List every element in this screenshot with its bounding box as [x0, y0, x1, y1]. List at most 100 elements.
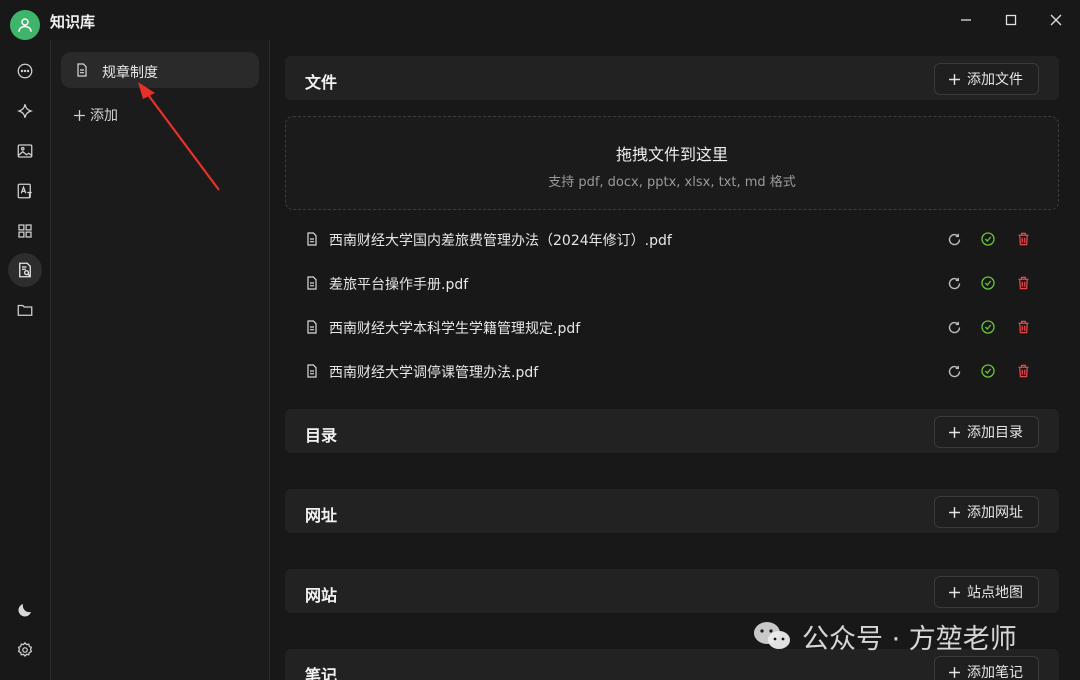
sparkle-icon	[16, 104, 34, 118]
rail-files-button[interactable]	[8, 293, 42, 327]
trash-icon	[1018, 276, 1028, 290]
delete-file-button[interactable]	[1014, 362, 1032, 380]
close-icon	[1050, 14, 1062, 26]
user-avatar[interactable]	[10, 10, 40, 40]
refresh-icon	[948, 233, 960, 245]
add-directory-button[interactable]: 添加目录	[934, 416, 1039, 448]
file-name: 西南财经大学调停课管理办法.pdf	[329, 365, 539, 381]
check-circle-icon	[981, 364, 995, 378]
file-row: 西南财经大学调停课管理办法.pdf	[285, 349, 1059, 393]
website-section-title: 网站	[305, 586, 338, 605]
file-dropzone[interactable]: 拖拽文件到这里 支持 pdf, docx, pptx, xlsx, txt, m…	[285, 116, 1059, 210]
file-name: 差旅平台操作手册.pdf	[329, 277, 469, 293]
folder-icon	[17, 304, 33, 316]
file-icon	[307, 232, 317, 246]
sitemap-button[interactable]: 站点地图	[934, 576, 1039, 608]
rail-assistant-button[interactable]	[8, 94, 42, 128]
file-row: 西南财经大学国内差旅费管理办法（2024年修订）.pdf	[285, 217, 1059, 261]
plus-icon	[949, 666, 960, 678]
add-note-label: 添加笔记	[967, 665, 1023, 680]
kb-item-label: 规章制度	[102, 65, 158, 81]
file-icon	[307, 320, 317, 334]
add-kb-label: 添加	[90, 108, 118, 124]
file-name: 西南财经大学国内差旅费管理办法（2024年修订）.pdf	[329, 233, 672, 249]
dropzone-subtitle: 支持 pdf, docx, pptx, xlsx, txt, md 格式	[548, 175, 796, 190]
maximize-icon	[1005, 14, 1017, 26]
directory-section-header: 目录 添加目录	[285, 409, 1059, 453]
website-section-header: 网站 站点地图	[285, 569, 1059, 613]
trash-icon	[1018, 364, 1028, 378]
rail-chat-button[interactable]	[8, 54, 42, 88]
dropzone-title: 拖拽文件到这里	[615, 145, 728, 164]
main-content: 文件 添加文件 拖拽文件到这里 支持 pdf, docx, pptx, xlsx…	[270, 40, 1080, 680]
delete-file-button[interactable]	[1014, 230, 1032, 248]
directory-section-title: 目录	[305, 426, 338, 445]
refresh-icon	[948, 277, 960, 289]
file-row: 西南财经大学本科学生学籍管理规定.pdf	[285, 305, 1059, 349]
file-icon	[307, 364, 317, 378]
image-icon	[17, 144, 33, 158]
file-status-ok	[979, 362, 997, 380]
wechat-icon	[754, 622, 790, 649]
rail-knowledge-button[interactable]	[8, 253, 42, 287]
document-icon	[77, 63, 87, 77]
icon-rail	[0, 40, 51, 680]
rail-translate-button[interactable]	[8, 174, 42, 208]
check-circle-icon	[981, 320, 995, 334]
watermark: 公众号 · 方堃老师	[752, 618, 1017, 655]
sitemap-label: 站点地图	[967, 585, 1023, 601]
add-file-label: 添加文件	[967, 72, 1023, 88]
add-directory-label: 添加目录	[967, 425, 1023, 441]
trash-icon	[1018, 320, 1028, 334]
file-name: 西南财经大学本科学生学籍管理规定.pdf	[329, 321, 581, 337]
add-file-button[interactable]: 添加文件	[934, 63, 1039, 95]
trash-icon	[1018, 232, 1028, 246]
file-row: 差旅平台操作手册.pdf	[285, 261, 1059, 305]
plus-icon	[74, 109, 85, 121]
settings-button[interactable]	[8, 633, 42, 667]
close-button[interactable]	[1041, 6, 1071, 34]
add-url-button[interactable]: 添加网址	[934, 496, 1039, 528]
refresh-icon	[948, 321, 960, 333]
translate-icon	[17, 183, 32, 199]
app-title: 知识库	[50, 13, 96, 31]
settings-icon	[17, 641, 33, 658]
notes-section-title: 笔记	[305, 666, 338, 680]
delete-file-button[interactable]	[1014, 274, 1032, 292]
plus-icon	[949, 73, 960, 85]
knowledge-base-list: 规章制度 添加	[51, 40, 270, 680]
plus-icon	[949, 426, 960, 438]
add-note-button[interactable]: 添加笔记	[934, 656, 1039, 680]
file-status-ok	[979, 230, 997, 248]
delete-file-button[interactable]	[1014, 318, 1032, 336]
maximize-button[interactable]	[996, 6, 1026, 34]
title-bar: 知识库	[0, 0, 1080, 40]
refresh-file-button[interactable]	[945, 274, 963, 292]
refresh-icon	[948, 365, 960, 377]
refresh-file-button[interactable]	[945, 230, 963, 248]
refresh-file-button[interactable]	[945, 362, 963, 380]
rail-apps-button[interactable]	[8, 214, 42, 248]
url-section-title: 网址	[305, 506, 338, 525]
moon-icon	[18, 604, 31, 617]
files-section-title: 文件	[305, 73, 338, 92]
minimize-button[interactable]	[951, 6, 981, 34]
refresh-file-button[interactable]	[945, 318, 963, 336]
check-circle-icon	[981, 276, 995, 290]
plus-icon	[949, 586, 960, 598]
file-status-ok	[979, 318, 997, 336]
apps-icon	[18, 224, 32, 238]
file-status-ok	[979, 274, 997, 292]
add-url-label: 添加网址	[967, 505, 1023, 521]
add-kb-button[interactable]: 添加	[73, 104, 118, 126]
url-section-header: 网址 添加网址	[285, 489, 1059, 533]
knowledge-icon	[19, 262, 31, 278]
rail-image-button[interactable]	[8, 134, 42, 168]
minimize-icon	[961, 19, 971, 21]
user-icon	[18, 18, 32, 32]
plus-icon	[949, 506, 960, 518]
kb-item-regulations[interactable]: 规章制度	[61, 52, 259, 88]
theme-toggle-button[interactable]	[8, 593, 42, 627]
file-icon	[307, 276, 317, 290]
watermark-text: 公众号 · 方堃老师	[802, 623, 1017, 655]
